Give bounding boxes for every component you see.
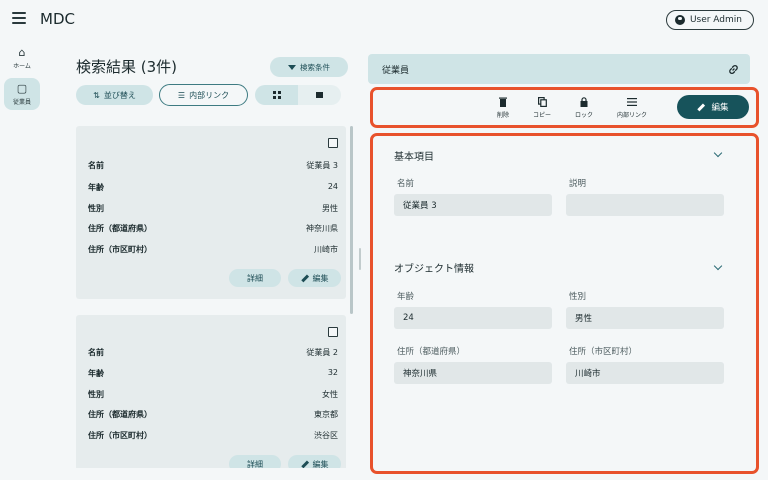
- card-row: 住所（市区町村） 川崎市: [88, 245, 338, 254]
- list-view-button[interactable]: [298, 85, 341, 105]
- description-field[interactable]: [566, 194, 724, 216]
- pencil-icon: [300, 274, 309, 282]
- sort-button[interactable]: ⇅ 並び替え: [76, 85, 153, 105]
- copy-button[interactable]: コピー: [533, 96, 551, 119]
- section-title-object: オブジェクト情報: [394, 264, 474, 275]
- field-label: 住所（都道府県）: [397, 347, 466, 357]
- card-row: 年齢 24: [88, 182, 338, 192]
- field-label: 年齢: [397, 292, 415, 302]
- rail-item-employees[interactable]: ▢ 従業員: [4, 78, 40, 110]
- view-toggle: [255, 85, 341, 105]
- card-row: 名前 従業員 3: [88, 161, 338, 170]
- resize-handle[interactable]: [359, 248, 361, 270]
- trash-icon: [499, 96, 507, 108]
- internal-link-tool-button[interactable]: 内部リンク: [617, 96, 647, 119]
- grid-icon: [272, 91, 281, 99]
- search-condition-label: 検索条件: [300, 62, 330, 72]
- select-checkbox[interactable]: [328, 138, 338, 148]
- field-label: 性別: [569, 292, 587, 302]
- field-label: 説明: [569, 179, 587, 189]
- detail-button[interactable]: 詳細: [229, 455, 281, 468]
- rail-item-home[interactable]: ⌂ ホーム: [4, 42, 40, 74]
- card-row: 性別 男性: [88, 204, 338, 213]
- sort-icon: ⇅: [93, 90, 100, 100]
- rail-item-label: ホーム: [13, 62, 31, 70]
- name-field[interactable]: 従業員 3: [394, 194, 552, 216]
- scrollbar[interactable]: [350, 126, 353, 314]
- chevron-down-icon[interactable]: [713, 148, 723, 158]
- internal-link-button[interactable]: ☰ 内部リンク: [159, 84, 248, 106]
- lock-icon: [580, 96, 588, 108]
- results-scroll-area[interactable]: 名前 従業員 3 年齢 24 性別 男性 住所（都道府県） 神奈川県 住所（市区町村）川…: [76, 126, 352, 468]
- result-card[interactable]: 名前 従業員 3 年齢 24 性別 男性 住所（都道府県） 神奈川県 住所（市区町村）川…: [76, 126, 346, 299]
- chevron-down-icon[interactable]: [713, 261, 723, 271]
- grid-view-button[interactable]: [255, 85, 298, 105]
- delete-button[interactable]: 削除: [497, 96, 509, 119]
- city-field[interactable]: 川崎市: [566, 362, 724, 384]
- results-title: 検索結果 (3件): [76, 58, 178, 76]
- pencil-icon: [300, 460, 309, 468]
- menu-icon[interactable]: [12, 12, 26, 24]
- section-title-basic: 基本項目: [394, 152, 434, 163]
- list-icon: ☰: [177, 90, 186, 100]
- search-condition-button[interactable]: 検索条件: [270, 57, 348, 77]
- rail-item-label: 従業員: [12, 98, 31, 106]
- age-field[interactable]: 24: [394, 307, 552, 329]
- lock-button[interactable]: ロック: [575, 96, 593, 119]
- card-row: 住所（市区町村） 渋谷区: [88, 431, 338, 440]
- detail-title: 従業員: [382, 65, 410, 76]
- detail-header: 従業員: [368, 54, 750, 84]
- field-label: 名前: [397, 179, 415, 189]
- edit-button[interactable]: 編集: [677, 95, 749, 119]
- copy-icon: [537, 96, 547, 108]
- field-label: 住所（市区町村）: [569, 347, 638, 357]
- home-icon: ⌂: [18, 45, 26, 59]
- list-view-icon: [316, 92, 323, 98]
- card-row: 住所（都道府県） 東京都: [88, 410, 338, 419]
- internal-link-label: 内部リンク: [189, 90, 230, 100]
- detail-content: 基本項目 名前 従業員 3 説明 オブジェクト情報 年齢 24 性別 男性 住所…: [370, 133, 759, 474]
- gender-field[interactable]: 男性: [566, 307, 724, 329]
- account-circle-icon: [674, 15, 685, 25]
- card-row: 住所（都道府県） 神奈川県: [88, 224, 338, 233]
- user-account-button[interactable]: User Admin: [665, 10, 754, 30]
- card-row: 年齢 32: [88, 368, 338, 378]
- filter-icon: [288, 64, 296, 70]
- action-toolbar: 削除 コピー ロック 内部リンク 編集: [370, 87, 759, 128]
- result-card[interactable]: 名前 従業員 2 年齢 32 性別 女性 住所（都道府県） 東京都 住所（市区町村） 渋谷…: [76, 315, 346, 468]
- navigation-rail: ⌂ ホーム ▢ 従業員: [0, 38, 44, 480]
- pencil-icon: [697, 103, 706, 111]
- list-icon: [627, 96, 637, 108]
- sort-label: 並び替え: [103, 90, 136, 100]
- card-row: 名前 従業員 2: [88, 348, 338, 357]
- card-edit-button[interactable]: 編集: [288, 269, 341, 287]
- card-row: 性別 女性: [88, 390, 338, 399]
- user-label: User Admin: [689, 15, 742, 25]
- link-icon[interactable]: [727, 63, 740, 76]
- prefecture-field[interactable]: 神奈川県: [394, 362, 552, 384]
- detail-button[interactable]: 詳細: [229, 269, 281, 287]
- top-app-bar: MDC User Admin: [0, 0, 768, 38]
- document-icon: ▢: [16, 81, 28, 95]
- card-edit-button[interactable]: 編集: [288, 455, 341, 468]
- select-checkbox[interactable]: [328, 327, 338, 337]
- app-title: MDC: [40, 10, 75, 28]
